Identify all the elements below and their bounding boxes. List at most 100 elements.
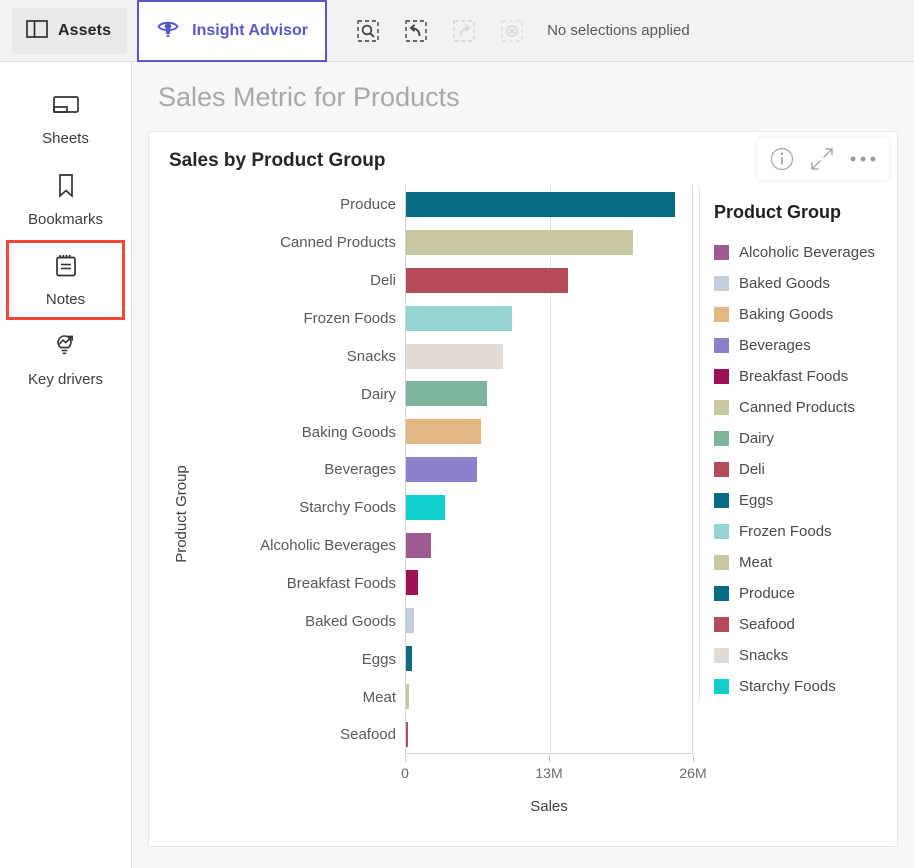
bookmark-icon [55,173,77,204]
legend-item-label: Breakfast Foods [739,368,849,385]
step-back-icon[interactable] [403,18,429,44]
top-toolbar: Assets Insight Advisor No selections app… [0,0,914,62]
bar-row [406,337,693,375]
category-label[interactable]: Baked Goods [197,602,405,640]
page-title: Sales Metric for Products [158,82,460,112]
bar[interactable] [406,343,504,369]
bar[interactable] [406,494,445,520]
legend-item[interactable]: Baked Goods [714,268,879,299]
sidebar-item-key-drivers[interactable]: Key drivers [0,320,131,400]
more-options-icon[interactable] [849,154,877,164]
legend-item[interactable]: Canned Products [714,392,879,423]
category-label[interactable]: Eggs [197,640,405,678]
category-label[interactable]: Beverages [197,451,405,489]
legend-item[interactable]: Meat [714,547,879,578]
category-label[interactable]: Meat [197,678,405,716]
qlik-insight-advisor-screen: Assets Insight Advisor No selections app… [0,0,914,868]
bar-chart: Product Group Produce Canned Products Deli… [167,186,879,841]
legend-item[interactable]: Frozen Foods [714,516,879,547]
bar-row [406,186,693,224]
bar[interactable] [406,305,512,331]
legend-item[interactable]: Alcoholic Beverages [714,237,879,268]
legend-swatch [714,493,729,508]
bar[interactable] [406,570,419,596]
legend-item[interactable]: Deli [714,454,879,485]
category-label[interactable]: Canned Products [197,224,405,262]
legend-item-label: Meat [739,554,773,571]
legend-item[interactable]: Snacks [714,640,879,671]
bar-row [406,299,693,337]
bar[interactable] [406,608,414,634]
search-selections-icon[interactable] [355,18,381,44]
legend-swatch [714,524,729,539]
category-label[interactable]: Dairy [197,375,405,413]
bar[interactable] [406,645,413,671]
category-label[interactable]: Baking Goods [197,413,405,451]
key-drivers-icon [52,333,80,364]
category-label[interactable]: Alcoholic Beverages [197,527,405,565]
bar[interactable] [406,192,676,218]
legend-item[interactable]: Dairy [714,423,879,454]
bar-row [406,451,693,489]
assets-button[interactable]: Assets [12,8,128,54]
sidebar-item-bookmarks[interactable]: Bookmarks [0,160,131,240]
legend-item[interactable]: Eggs [714,485,879,516]
bar[interactable] [406,268,569,293]
chart-card: Sales by Product Group Product Group Pro… [148,131,898,847]
tab-insight-advisor[interactable]: Insight Advisor [137,0,328,62]
legend-item-label: Starchy Foods [739,678,836,695]
legend-swatch [714,586,729,601]
bar[interactable] [406,683,409,709]
bar-row [406,262,693,300]
category-label[interactable]: Snacks [197,337,405,375]
clear-selections-icon[interactable] [499,18,525,44]
category-label[interactable]: Seafood [197,716,405,754]
bar[interactable] [406,457,477,482]
left-sidebar: Sheets Bookmarks Notes Key drivers [0,62,132,868]
category-label[interactable]: Frozen Foods [197,300,405,338]
legend-item-label: Deli [739,461,765,478]
legend-swatch [714,431,729,446]
chart-legend: Product Group Alcoholic Beverages Baked G… [699,186,879,702]
y-axis-label: Product Group [173,464,190,563]
selection-toolbar [355,0,525,61]
bars-area [405,186,693,754]
x-tick [405,755,406,762]
category-label[interactable]: Starchy Foods [197,489,405,527]
bar[interactable] [406,721,409,747]
legend-item[interactable]: Breakfast Foods [714,361,879,392]
legend-item[interactable]: Baking Goods [714,299,879,330]
category-label[interactable]: Produce [197,186,405,224]
legend-item[interactable]: Seafood [714,609,879,640]
chart-card-actions [757,138,889,180]
sidebar-item-notes-label: Notes [45,290,86,308]
legend-item-label: Seafood [739,616,795,633]
category-label[interactable]: Deli [197,262,405,300]
bar-row [406,526,693,564]
legend-item[interactable]: Starchy Foods [714,671,879,702]
panel-layout-icon [26,19,48,43]
fullscreen-icon[interactable] [809,146,835,172]
bar[interactable] [406,419,482,445]
legend-item[interactable]: Beverages [714,330,879,361]
main-content: Sales Metric for Products Sales by Produ… [132,62,914,868]
bar[interactable] [406,230,634,256]
legend-item[interactable]: Produce [714,578,879,609]
bar-row [406,640,693,678]
x-tick-label: 13M [535,765,563,781]
insight-advisor-eye-icon [156,17,180,46]
category-axis: Produce Canned Products Deli Frozen Foods Sn… [197,186,405,754]
sidebar-item-sheets[interactable]: Sheets [0,80,131,160]
bar-row [406,677,693,715]
legend-swatch [714,648,729,663]
sidebar-item-notes[interactable]: Notes [6,240,125,320]
category-label[interactable]: Breakfast Foods [197,565,405,603]
bar[interactable] [406,532,432,558]
notes-icon [54,253,78,284]
bar[interactable] [406,381,487,407]
bar-row [406,375,693,413]
legend-swatch [714,400,729,415]
step-forward-icon[interactable] [451,18,477,44]
legend-swatch [714,276,729,291]
info-icon[interactable] [769,146,795,172]
